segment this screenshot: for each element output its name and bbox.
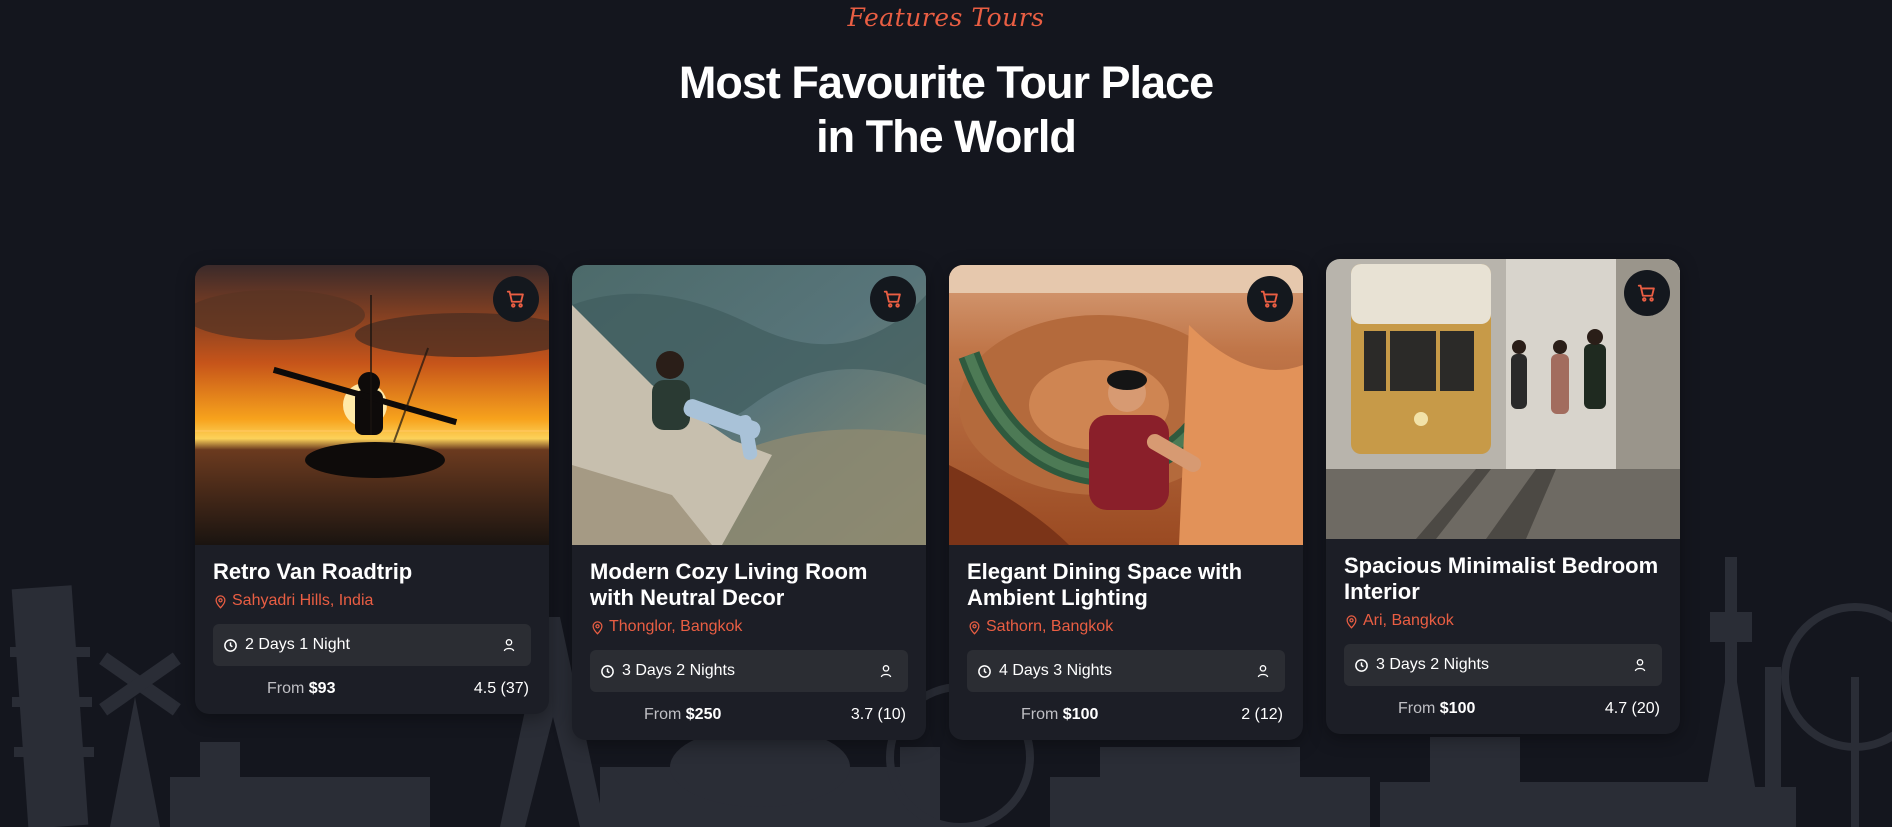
tour-duration: 2 Days 1 Night	[245, 636, 350, 653]
tour-image[interactable]	[949, 265, 1303, 545]
tour-duration: 4 Days 3 Nights	[999, 662, 1112, 679]
person-icon	[1257, 665, 1269, 678]
tour-location: Sathorn, Bangkok	[967, 618, 1285, 636]
person-icon	[503, 639, 515, 652]
tour-price-row: From $93 4.5 (37)	[213, 680, 531, 698]
tour-image[interactable]	[1326, 259, 1680, 539]
tour-price: From $93	[267, 680, 335, 698]
person-icon	[1634, 659, 1646, 672]
section-title: Most Favourite Tour Place in The World	[0, 56, 1892, 164]
add-to-cart-button[interactable]	[1624, 270, 1670, 316]
tour-title[interactable]: Spacious Minimalist Bedroom Interior	[1344, 553, 1662, 605]
price-prefix: From	[1021, 706, 1059, 723]
price-value: $250	[685, 706, 722, 723]
location-pin-icon	[969, 620, 980, 635]
clock-icon	[224, 638, 237, 652]
tour-meta-bar: 2 Days 1 Night	[213, 624, 531, 666]
tour-card[interactable]: Modern Cozy Living Room with Neutral Dec…	[572, 265, 926, 740]
tour-location-text: Sathorn, Bangkok	[986, 618, 1114, 635]
tour-price: From $250	[644, 706, 721, 724]
tour-location: Thonglor, Bangkok	[590, 618, 908, 636]
tour-duration: 3 Days 2 Nights	[1376, 656, 1489, 673]
cart-icon	[1260, 290, 1278, 308]
add-to-cart-button[interactable]	[493, 276, 539, 322]
cart-icon	[883, 290, 901, 308]
tour-card[interactable]: Elegant Dining Space with Ambient Lighti…	[949, 265, 1303, 740]
tour-price: From $100	[1021, 706, 1098, 724]
add-to-cart-button[interactable]	[870, 276, 916, 322]
price-value: $93	[308, 680, 336, 697]
tour-title[interactable]: Modern Cozy Living Room with Neutral Dec…	[590, 559, 908, 611]
tour-price: From $100	[1398, 700, 1475, 718]
tour-price-row: From $100 2 (12)	[967, 706, 1285, 724]
price-value: $100	[1439, 700, 1476, 717]
tour-title[interactable]: Retro Van Roadtrip	[213, 559, 531, 585]
tour-rating: 2 (12)	[1241, 706, 1283, 723]
clock-icon	[601, 664, 614, 678]
section-eyebrow: Features Tours	[847, 3, 1045, 32]
tour-image[interactable]	[195, 265, 549, 545]
tour-card-body: Modern Cozy Living Room with Neutral Dec…	[572, 545, 926, 740]
tour-location-text: Thonglor, Bangkok	[609, 618, 743, 635]
tour-card-body: Spacious Minimalist Bedroom Interior Ari…	[1326, 539, 1680, 734]
price-value: $100	[1062, 706, 1099, 723]
tour-duration: 3 Days 2 Nights	[622, 662, 735, 679]
section-header: Features Tours Most Favourite Tour Place…	[0, 0, 1892, 164]
tour-rating: 4.7 (20)	[1604, 700, 1660, 717]
tour-location-text: Sahyadri Hills, India	[232, 592, 374, 609]
tour-meta-bar: 4 Days 3 Nights	[967, 650, 1285, 692]
tour-location: Ari, Bangkok	[1344, 612, 1662, 630]
location-pin-icon	[215, 594, 226, 609]
price-prefix: From	[1398, 700, 1436, 717]
cart-icon	[1637, 284, 1655, 302]
tour-card-body: Retro Van Roadtrip Sahyadri Hills, India…	[195, 545, 549, 714]
section-title-line-1: Most Favourite Tour Place	[678, 57, 1214, 108]
person-icon	[880, 665, 892, 678]
tour-card[interactable]: Retro Van Roadtrip Sahyadri Hills, India…	[195, 265, 549, 714]
tours-section: Features Tours Most Favourite Tour Place…	[0, 0, 1892, 827]
cart-icon	[506, 290, 524, 308]
tour-title[interactable]: Elegant Dining Space with Ambient Lighti…	[967, 559, 1285, 611]
tour-location-text: Ari, Bangkok	[1363, 612, 1454, 629]
tour-price-row: From $100 4.7 (20)	[1344, 700, 1662, 718]
price-prefix: From	[644, 706, 682, 723]
clock-icon	[1355, 658, 1368, 672]
tour-meta-bar: 3 Days 2 Nights	[1344, 644, 1662, 686]
tour-card[interactable]: Spacious Minimalist Bedroom Interior Ari…	[1326, 259, 1680, 734]
tour-meta-bar: 3 Days 2 Nights	[590, 650, 908, 692]
tour-card-body: Elegant Dining Space with Ambient Lighti…	[949, 545, 1303, 740]
section-title-line-2: in The World	[816, 111, 1077, 162]
tour-price-row: From $250 3.7 (10)	[590, 706, 908, 724]
add-to-cart-button[interactable]	[1247, 276, 1293, 322]
tour-rating: 3.7 (10)	[850, 706, 906, 723]
location-pin-icon	[1346, 614, 1357, 629]
price-prefix: From	[267, 680, 305, 697]
tour-location: Sahyadri Hills, India	[213, 592, 531, 610]
location-pin-icon	[592, 620, 603, 635]
tour-rating: 4.5 (37)	[473, 680, 529, 697]
tour-image[interactable]	[572, 265, 926, 545]
clock-icon	[978, 664, 991, 678]
